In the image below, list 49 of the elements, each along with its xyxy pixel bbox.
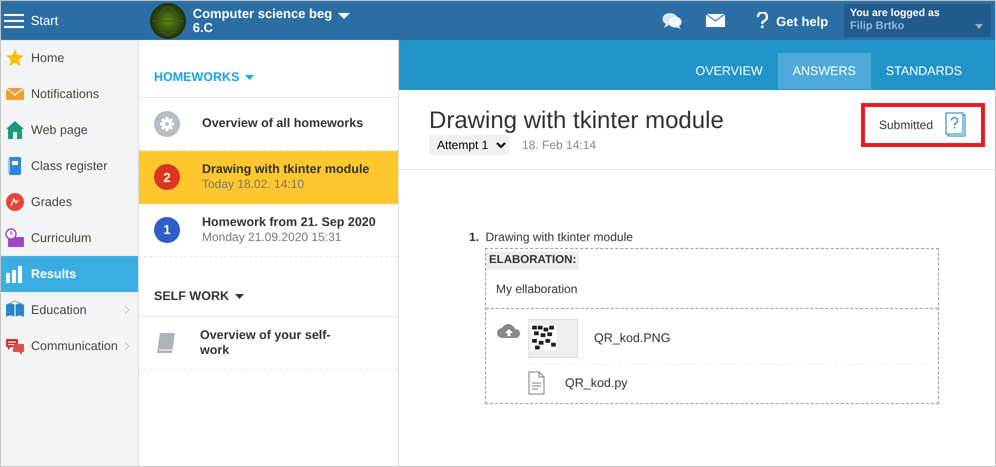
book-icon <box>154 330 178 354</box>
question-number: 1. <box>469 229 480 246</box>
clock-icon <box>5 228 25 248</box>
document-question-icon <box>945 112 967 138</box>
caret-icon <box>975 24 983 29</box>
caret-icon <box>235 294 244 299</box>
status-label: Submitted <box>878 117 933 134</box>
book-icon <box>5 300 25 320</box>
cloud-upload-icon <box>496 321 522 340</box>
sidebar-item[interactable]: Home <box>1 40 138 76</box>
start-menu-label[interactable]: Start <box>30 10 58 30</box>
gear-icon <box>154 110 180 137</box>
sidebar-item[interactable]: Grades <box>1 184 138 220</box>
homework-item[interactable]: 2 Drawing with tkinter module Today 18.02. 14:10 <box>139 150 398 204</box>
sidebar-item[interactable]: Web page <box>1 112 138 148</box>
help-icon <box>757 12 768 28</box>
question-title: Drawing with tkinter module <box>486 229 633 246</box>
sidebar-item[interactable]: Class register <box>1 148 138 184</box>
document-icon <box>528 371 545 396</box>
chart-icon <box>5 192 25 212</box>
sidebar-item[interactable]: Curriculum <box>1 220 138 256</box>
number-badge: 2 <box>154 164 180 190</box>
house-icon <box>5 120 25 140</box>
course-title[interactable]: Computer science beg <box>192 6 332 20</box>
attempt-date: 18. Feb 14:14 <box>522 137 596 154</box>
homework-title: Drawing with tkinter module <box>429 107 724 135</box>
sidebar-item[interactable]: Notifications <box>1 76 138 112</box>
star-icon <box>5 48 25 68</box>
file-link[interactable]: QR_kod.py <box>565 374 628 393</box>
get-help-link[interactable]: Get help <box>757 12 828 29</box>
bar-chart-icon <box>5 264 25 284</box>
section-header[interactable]: SELF WORK <box>154 286 229 306</box>
user-menu[interactable]: You are logged as Filip Brtko <box>844 4 991 37</box>
chat-icon <box>662 12 682 30</box>
file-link[interactable]: QR_kod.PNG <box>594 329 670 348</box>
section-label: ELABORATION: <box>486 251 580 270</box>
caret-icon <box>338 12 350 20</box>
chat-icon <box>5 336 25 356</box>
homework-item[interactable]: Overview of your self-work <box>139 316 398 370</box>
attempt-select[interactable]: Attempt 1 <box>429 135 509 155</box>
sidebar-item[interactable]: Communication <box>1 328 138 364</box>
answer-text: My ellaboration <box>486 270 938 310</box>
caret-icon <box>245 74 254 80</box>
homework-item[interactable]: 1 Homework from 21. Sep 2020 Monday 21.09.2020 15:31 <box>139 204 398 257</box>
number-badge: 1 <box>154 216 180 243</box>
mail-icon <box>706 14 726 27</box>
menu-icon <box>4 12 24 28</box>
sidebar-item[interactable]: Education <box>1 292 138 328</box>
class-name: 6.C <box>192 20 213 34</box>
